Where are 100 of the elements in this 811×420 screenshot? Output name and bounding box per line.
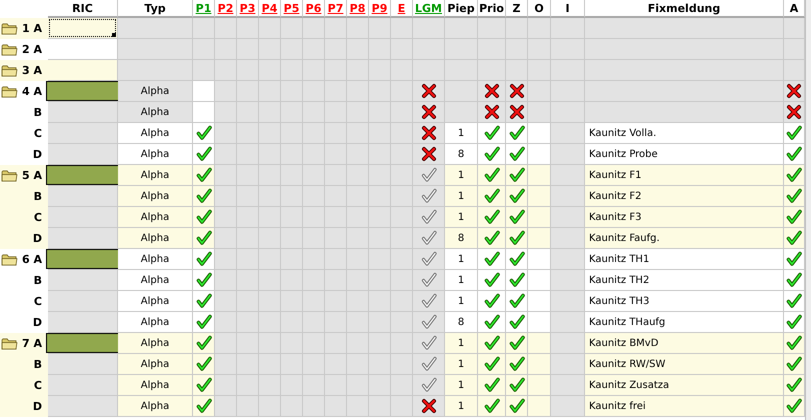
column-header[interactable]: P8 (347, 0, 369, 18)
column-header[interactable]: E (391, 0, 413, 18)
table-cell: Kaunitz frei (585, 396, 784, 417)
table-cell (237, 81, 259, 102)
table-cell (215, 39, 237, 60)
table-cell: Kaunitz Volla. (585, 123, 784, 144)
table-cell (347, 39, 369, 60)
folder-icon[interactable] (1, 337, 18, 350)
row-label[interactable]: 6 A (22, 253, 42, 266)
row-label[interactable]: 1 A (22, 22, 42, 35)
table-cell (237, 186, 259, 207)
table-cell (281, 123, 303, 144)
row-label[interactable]: B (34, 358, 42, 371)
table-cell (325, 333, 347, 354)
table-cell (325, 18, 347, 39)
column-header[interactable]: O (528, 0, 551, 18)
column-header[interactable]: P1 (193, 0, 215, 18)
table-cell (325, 102, 347, 123)
table-cell (303, 144, 325, 165)
table-cell (303, 375, 325, 396)
table-cell (259, 207, 281, 228)
column-header[interactable]: RIC (48, 0, 118, 18)
table-cell: Kaunitz Zusatza (585, 375, 784, 396)
folder-icon[interactable] (1, 22, 18, 35)
table-cell (259, 144, 281, 165)
row-label[interactable]: D (32, 148, 42, 161)
folder-icon[interactable] (1, 43, 18, 56)
table-cell (259, 354, 281, 375)
table-cell: Kaunitz BMvD (585, 333, 784, 354)
row-label[interactable]: C (34, 211, 42, 224)
column-header[interactable]: P4 (259, 0, 281, 18)
column-header[interactable]: P7 (325, 0, 347, 18)
column-header[interactable]: Typ (118, 0, 193, 18)
table-cell (369, 249, 391, 270)
table-cell (259, 375, 281, 396)
table-cell (193, 81, 215, 102)
table-cell (528, 39, 551, 60)
table-cell (281, 39, 303, 60)
row-label[interactable]: C (34, 127, 42, 140)
column-header[interactable]: P9 (369, 0, 391, 18)
folder-icon[interactable] (1, 169, 18, 182)
table-cell (325, 396, 347, 417)
column-header[interactable]: P3 (237, 0, 259, 18)
folder-icon[interactable] (1, 64, 18, 77)
row-label[interactable]: B (34, 274, 42, 287)
table-cell (237, 60, 259, 81)
table-cell (303, 60, 325, 81)
table-cell (259, 81, 281, 102)
scrollbar[interactable] (805, 0, 811, 420)
folder-icon[interactable] (1, 85, 18, 98)
row-label[interactable]: D (32, 232, 42, 245)
table-cell (303, 249, 325, 270)
table-cell (237, 165, 259, 186)
table-cell (281, 18, 303, 39)
table-cell: 8 (445, 144, 478, 165)
row-label[interactable]: 7 A (22, 337, 42, 350)
table-cell: Alpha (118, 270, 193, 291)
row-label[interactable]: D (32, 316, 42, 329)
row-label[interactable]: B (34, 106, 42, 119)
row-label[interactable]: C (34, 295, 42, 308)
table-cell (281, 81, 303, 102)
table-cell (281, 249, 303, 270)
table-cell: Alpha (118, 228, 193, 249)
table-cell (237, 39, 259, 60)
table-cell (281, 102, 303, 123)
row-label[interactable]: 3 A (22, 64, 42, 77)
table-cell (347, 186, 369, 207)
row-label[interactable]: 2 A (22, 43, 42, 56)
column-header[interactable]: Prio (478, 0, 506, 18)
row-label[interactable]: 5 A (22, 169, 42, 182)
row-label[interactable]: B (34, 190, 42, 203)
table-cell: Kaunitz F1 (585, 165, 784, 186)
table-cell: 8 (445, 228, 478, 249)
column-header[interactable]: A (784, 0, 805, 18)
column-header[interactable]: P5 (281, 0, 303, 18)
table-cell (551, 39, 585, 60)
table-cell (259, 396, 281, 417)
table-cell (303, 165, 325, 186)
column-header[interactable]: LGM (413, 0, 445, 18)
column-header[interactable]: Z (506, 0, 528, 18)
row-label[interactable]: D (32, 400, 42, 413)
row-label[interactable]: C (34, 379, 42, 392)
row-label[interactable]: 4 A (22, 85, 42, 98)
table-cell (325, 270, 347, 291)
table-cell (347, 81, 369, 102)
table-cell (237, 123, 259, 144)
column-header[interactable]: I (551, 0, 585, 18)
table-cell (369, 228, 391, 249)
table-cell (413, 18, 445, 39)
table-cell (325, 60, 347, 81)
column-header[interactable]: P6 (303, 0, 325, 18)
table-cell: Kaunitz THaufg (585, 312, 784, 333)
column-header[interactable]: Fixmeldung (585, 0, 784, 18)
table-cell (303, 18, 325, 39)
table-cell (551, 144, 585, 165)
table-cell (551, 291, 585, 312)
table-cell: 1 (445, 375, 478, 396)
column-header[interactable]: P2 (215, 0, 237, 18)
folder-icon[interactable] (1, 253, 18, 266)
column-header[interactable]: Piep (445, 0, 478, 18)
